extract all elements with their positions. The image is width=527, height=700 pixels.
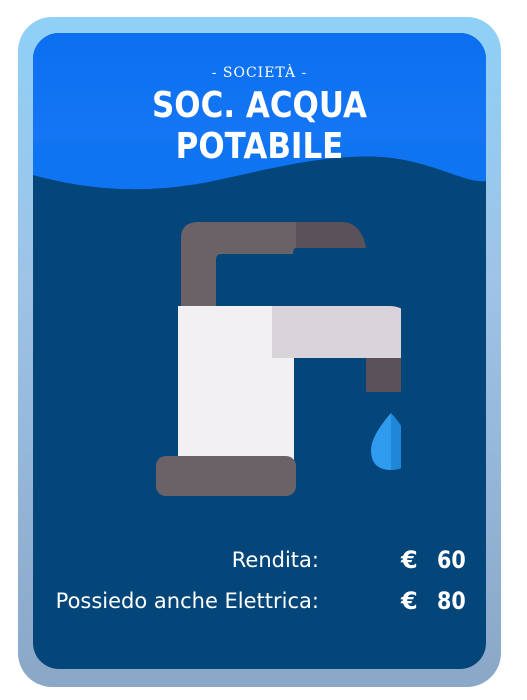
rent-currency: €: [401, 546, 418, 574]
rent-amount: 60: [437, 546, 466, 574]
bonus-amount: 80: [437, 587, 466, 615]
faucet-icon: [156, 222, 401, 496]
bonus-currency: €: [401, 587, 418, 615]
property-card: - SOCIETÀ - SOC. ACQUA POTABILE Rendita:…: [33, 33, 486, 669]
bonus-label: Possiedo anche Elettrica:: [55, 589, 319, 613]
rent-row: Rendita: € 60: [33, 546, 486, 582]
card-subtitle: - SOCIETÀ -: [211, 65, 308, 81]
bonus-row: Possiedo anche Elettrica: € 80: [33, 587, 486, 623]
rent-label: Rendita:: [231, 548, 319, 572]
card-title: SOC. ACQUA POTABILE: [151, 85, 368, 167]
